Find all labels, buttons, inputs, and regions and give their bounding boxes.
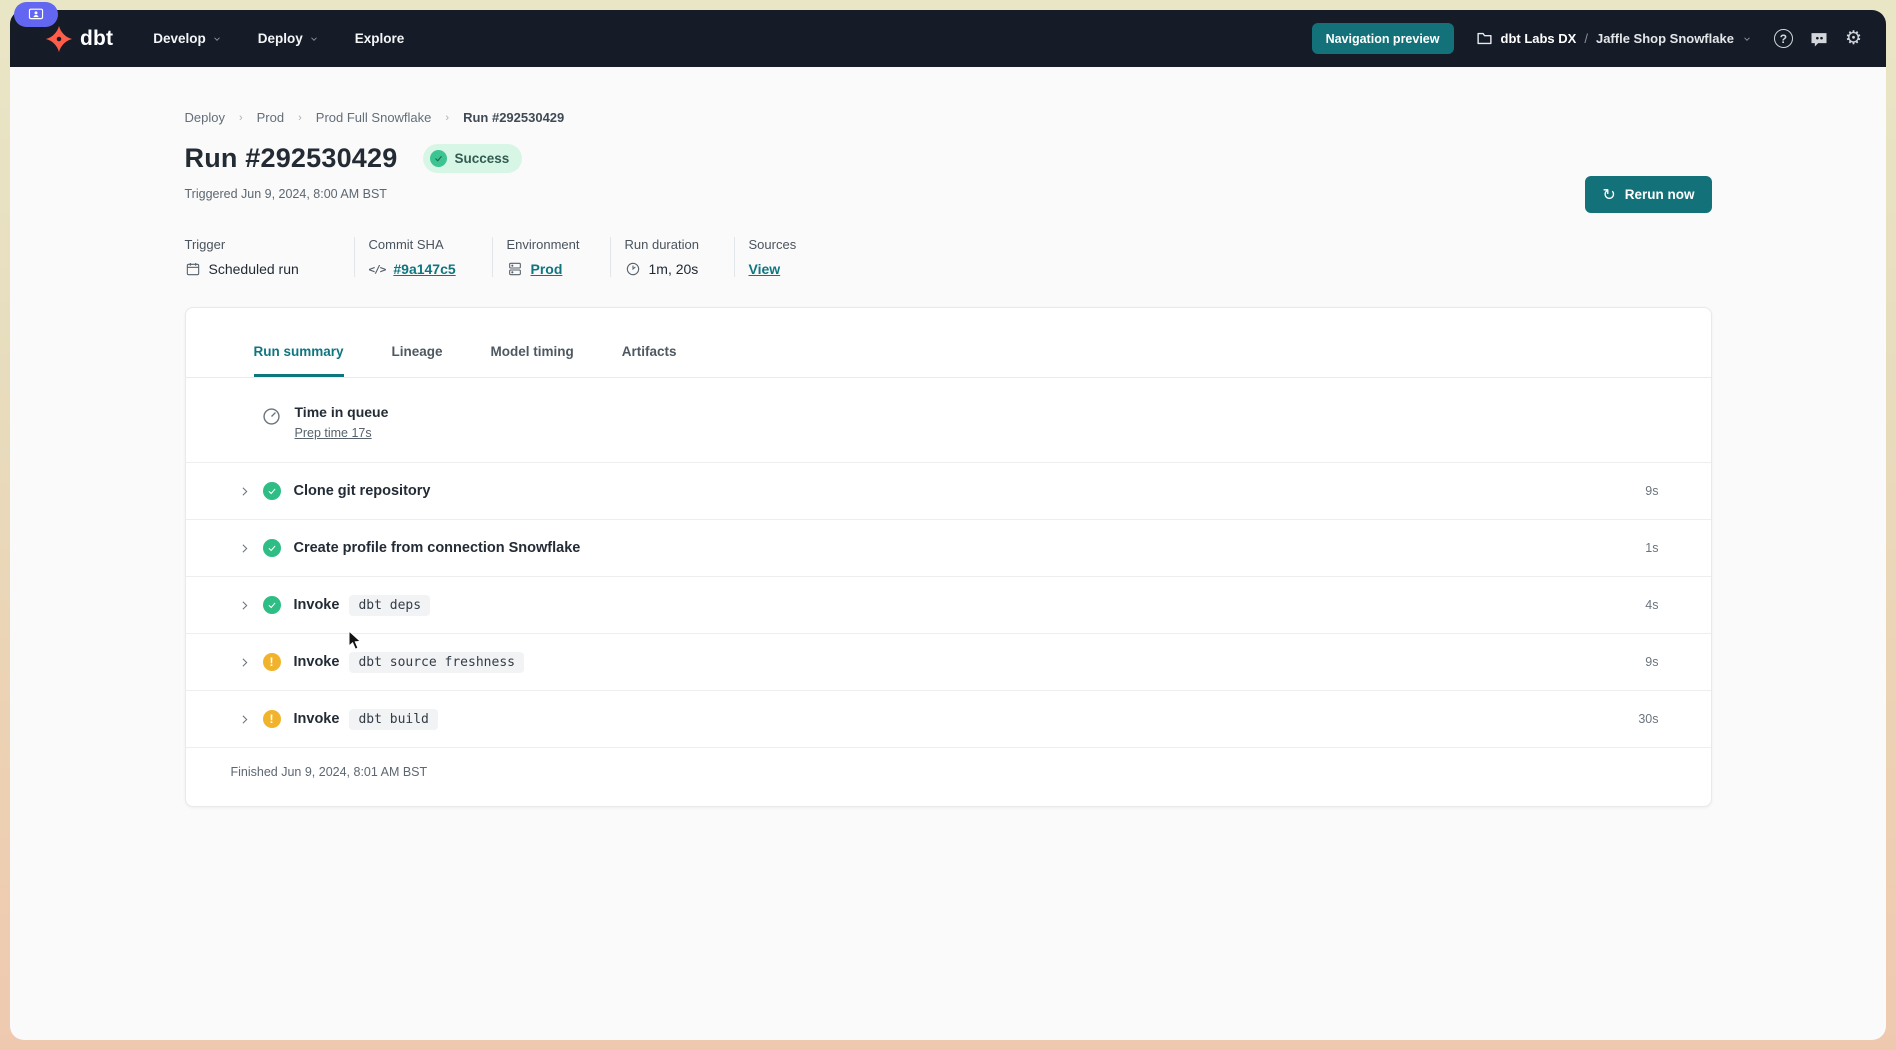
environment-link[interactable]: Prod [531,261,563,277]
breadcrumb-deploy[interactable]: Deploy [185,110,225,125]
finished-timestamp: Finished Jun 9, 2024, 8:01 AM BST [186,748,1711,806]
meta-environment: Environment Prod [507,237,611,277]
run-meta-row: Trigger Scheduled run Commit SHA </> #9a… [185,237,1712,277]
step-row-dbt-build[interactable]: ! Invoke dbt build 30s [186,691,1711,748]
command-chip: dbt source freshness [349,652,524,673]
refresh-icon: ↻ [1602,185,1615,205]
triggered-timestamp: Triggered Jun 9, 2024, 8:00 AM BST [185,187,1712,201]
main-nav: Develop Deploy Explore [153,31,404,46]
page-title: Run #292530429 [185,143,398,174]
code-icon: </> [369,263,386,276]
status-badge-label: Success [454,151,509,166]
run-summary-card: Run summary Lineage Model timing Artifac… [185,307,1712,807]
navigation-preview-button[interactable]: Navigation preview [1312,23,1454,54]
app-viewport: dbt Develop Deploy Explore Navigation pr… [10,10,1886,1040]
chevron-right-icon [238,599,251,612]
dbt-logo-text: dbt [80,27,113,51]
breadcrumb-prod[interactable]: Prod [257,110,284,125]
status-badge: Success [423,144,522,173]
tab-lineage[interactable]: Lineage [392,344,443,377]
step-duration: 4s [1645,598,1658,612]
step-duration: 9s [1645,484,1658,498]
settings-gear-icon[interactable]: ⚙ [1845,29,1862,48]
command-chip: dbt deps [349,595,430,616]
step-duration: 9s [1645,655,1658,669]
account-project-switcher[interactable]: dbt Labs DX / Jaffle Shop Snowflake [1476,30,1752,47]
warning-icon: ! [263,653,281,671]
chevron-right-icon [238,485,251,498]
calendar-icon [185,261,201,277]
success-check-icon [430,150,447,167]
step-row-dbt-deps[interactable]: Invoke dbt deps 4s [186,577,1711,634]
chevron-down-icon [1742,34,1752,44]
sources-view-link[interactable]: View [749,261,781,277]
step-duration: 1s [1645,541,1658,555]
account-name: dbt Labs DX [1501,31,1577,46]
clock-icon [625,261,641,277]
timer-icon [261,406,282,427]
help-icon[interactable]: ? [1774,29,1793,48]
step-row-dbt-source-freshness[interactable]: ! Invoke dbt source freshness 9s [186,634,1711,691]
meta-commit-sha: Commit SHA </> #9a147c5 [369,237,493,277]
nav-develop[interactable]: Develop [153,31,222,46]
meta-run-duration: Run duration 1m, 20s [625,237,735,277]
breadcrumb: Deploy › Prod › Prod Full Snowflake › Ru… [185,110,1712,125]
chevron-down-icon [212,34,222,44]
breadcrumb-separator: › [445,112,449,124]
screen-share-user-icon [14,2,58,27]
chevron-right-icon [238,656,251,669]
database-icon [507,261,523,277]
success-check-icon [263,482,281,500]
tab-model-timing[interactable]: Model timing [491,344,574,377]
warning-icon: ! [263,710,281,728]
feedback-icon[interactable] [1809,29,1829,49]
step-row-clone-git[interactable]: Clone git repository 9s [186,463,1711,520]
queue-title: Time in queue [295,404,389,420]
chevron-down-icon [309,34,319,44]
breadcrumb-job[interactable]: Prod Full Snowflake [316,110,432,125]
folder-icon [1476,30,1493,47]
time-in-queue-section: Time in queue Prep time 17s [186,378,1711,463]
run-tabs: Run summary Lineage Model timing Artifac… [186,308,1711,378]
tab-run-summary[interactable]: Run summary [254,344,344,377]
step-row-create-profile[interactable]: Create profile from connection Snowflake… [186,520,1711,577]
step-duration: 30s [1638,712,1658,726]
project-name: Jaffle Shop Snowflake [1596,31,1734,46]
commit-sha-link[interactable]: #9a147c5 [393,261,455,277]
dbt-logo[interactable]: dbt [44,24,113,54]
chevron-right-icon [238,713,251,726]
breadcrumb-current-run: Run #292530429 [463,110,564,125]
dbt-logo-icon [44,24,74,54]
rerun-now-button[interactable]: ↻ Rerun now [1585,176,1711,213]
breadcrumb-separator: › [239,112,243,124]
success-check-icon [263,539,281,557]
success-check-icon [263,596,281,614]
meta-sources: Sources View [749,237,823,277]
meta-trigger: Trigger Scheduled run [185,237,355,277]
chevron-right-icon [238,542,251,555]
nav-deploy[interactable]: Deploy [258,31,319,46]
page-body: Deploy › Prod › Prod Full Snowflake › Ru… [10,67,1886,1040]
breadcrumb-separator: › [298,112,302,124]
command-chip: dbt build [349,709,437,730]
top-navbar: dbt Develop Deploy Explore Navigation pr… [10,10,1886,67]
nav-explore[interactable]: Explore [355,31,405,46]
account-separator: / [1584,31,1588,46]
prep-time-link[interactable]: Prep time 17s [295,426,372,440]
tab-artifacts[interactable]: Artifacts [622,344,677,377]
